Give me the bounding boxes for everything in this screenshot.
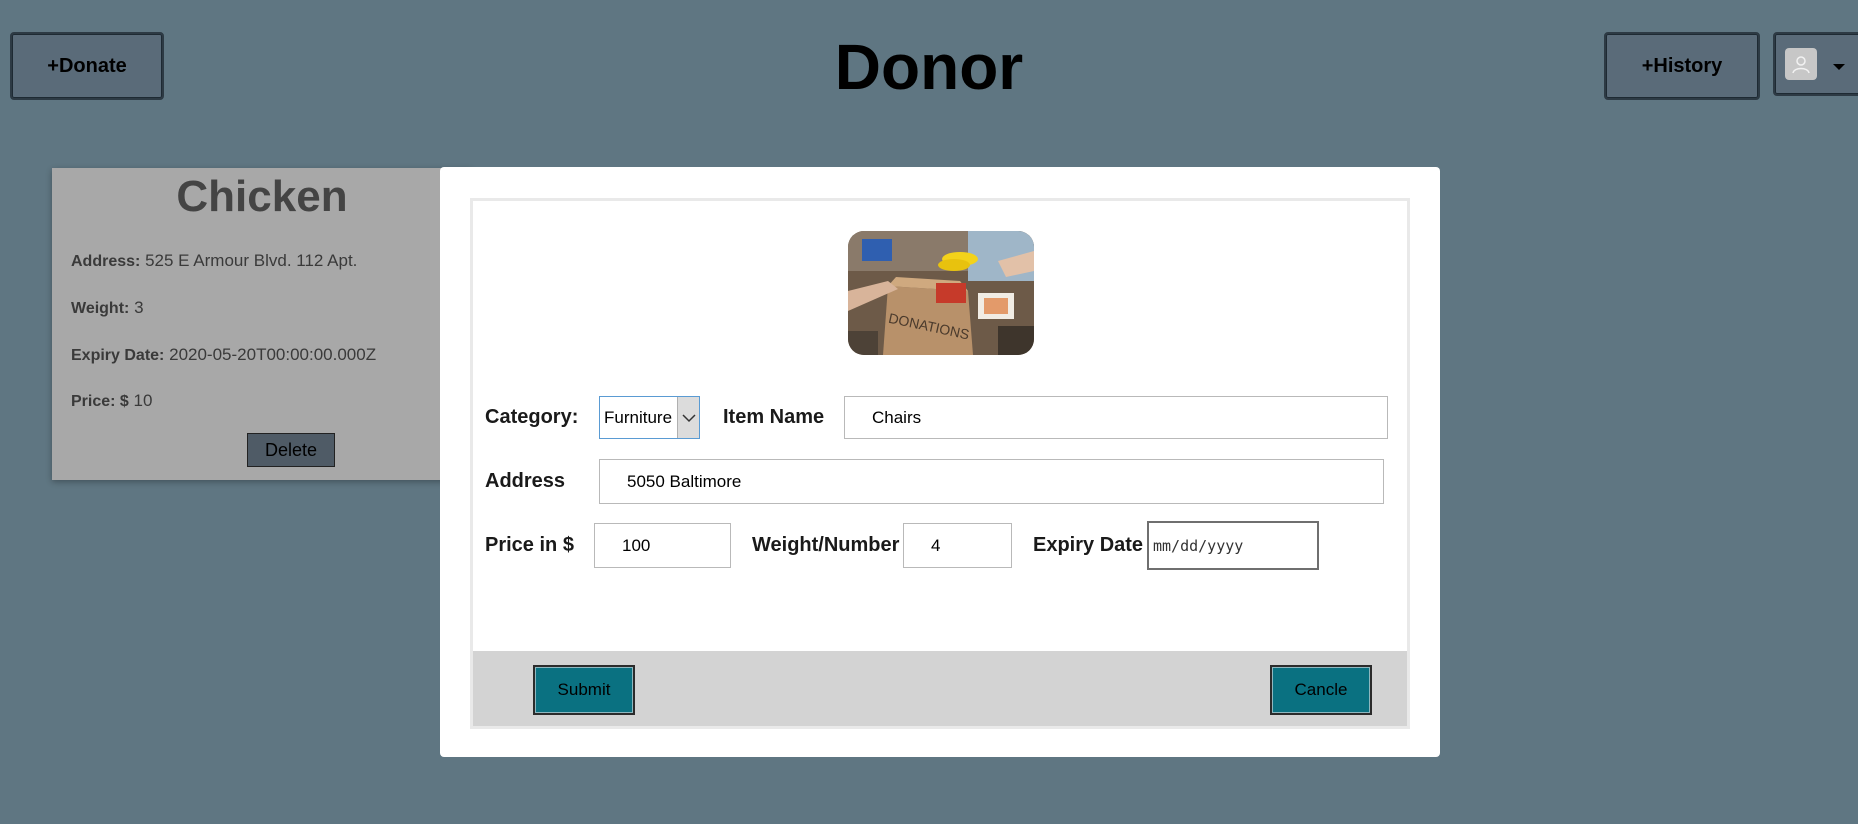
card-expiry: Expiry Date: 2020-05-20T00:00:00.000Z xyxy=(71,345,377,364)
item-name-label: Item Name xyxy=(723,406,825,428)
delete-button[interactable]: Delete xyxy=(247,433,335,467)
category-value: Furniture xyxy=(604,407,673,427)
weight-input[interactable]: 4 xyxy=(903,523,1012,568)
price-input[interactable]: 100 xyxy=(594,523,731,568)
donate-form: DONATIONS Category: Furniture Item Name … xyxy=(470,198,1410,729)
donation-card: Chicken Address: 525 E Armour Blvd. 112 … xyxy=(52,168,472,480)
chevron-down-icon xyxy=(1833,64,1845,70)
category-select[interactable]: Furniture xyxy=(599,396,700,439)
donate-modal: DONATIONS Category: Furniture Item Name … xyxy=(440,167,1440,757)
user-icon xyxy=(1785,48,1817,80)
weight-label: Weight/Number xyxy=(752,534,900,556)
card-address: Address: 525 E Armour Blvd. 112 Apt. xyxy=(71,251,358,270)
chevron-down-icon xyxy=(677,397,699,438)
category-label: Category: xyxy=(485,406,579,428)
user-menu-button[interactable] xyxy=(1773,32,1858,96)
page-title: Donor xyxy=(834,31,1024,103)
history-button[interactable]: +History xyxy=(1604,32,1760,100)
expiry-date-input[interactable]: mm/dd/yyyy xyxy=(1147,521,1319,570)
card-title: Chicken xyxy=(176,172,348,221)
card-weight: Weight: 3 xyxy=(71,298,144,317)
donations-image: DONATIONS xyxy=(848,231,1034,355)
address-label: Address xyxy=(485,470,566,492)
item-name-input[interactable]: Chairs xyxy=(844,396,1388,439)
modal-footer: Submit Cancle xyxy=(473,651,1407,726)
expiry-label: Expiry Date xyxy=(1033,534,1144,556)
cancel-button[interactable]: Cancle xyxy=(1270,665,1372,715)
submit-button[interactable]: Submit xyxy=(533,665,635,715)
price-label: Price in $ xyxy=(485,534,574,556)
card-price: Price: $ 10 xyxy=(71,391,153,410)
address-input[interactable]: 5050 Baltimore xyxy=(599,459,1384,504)
